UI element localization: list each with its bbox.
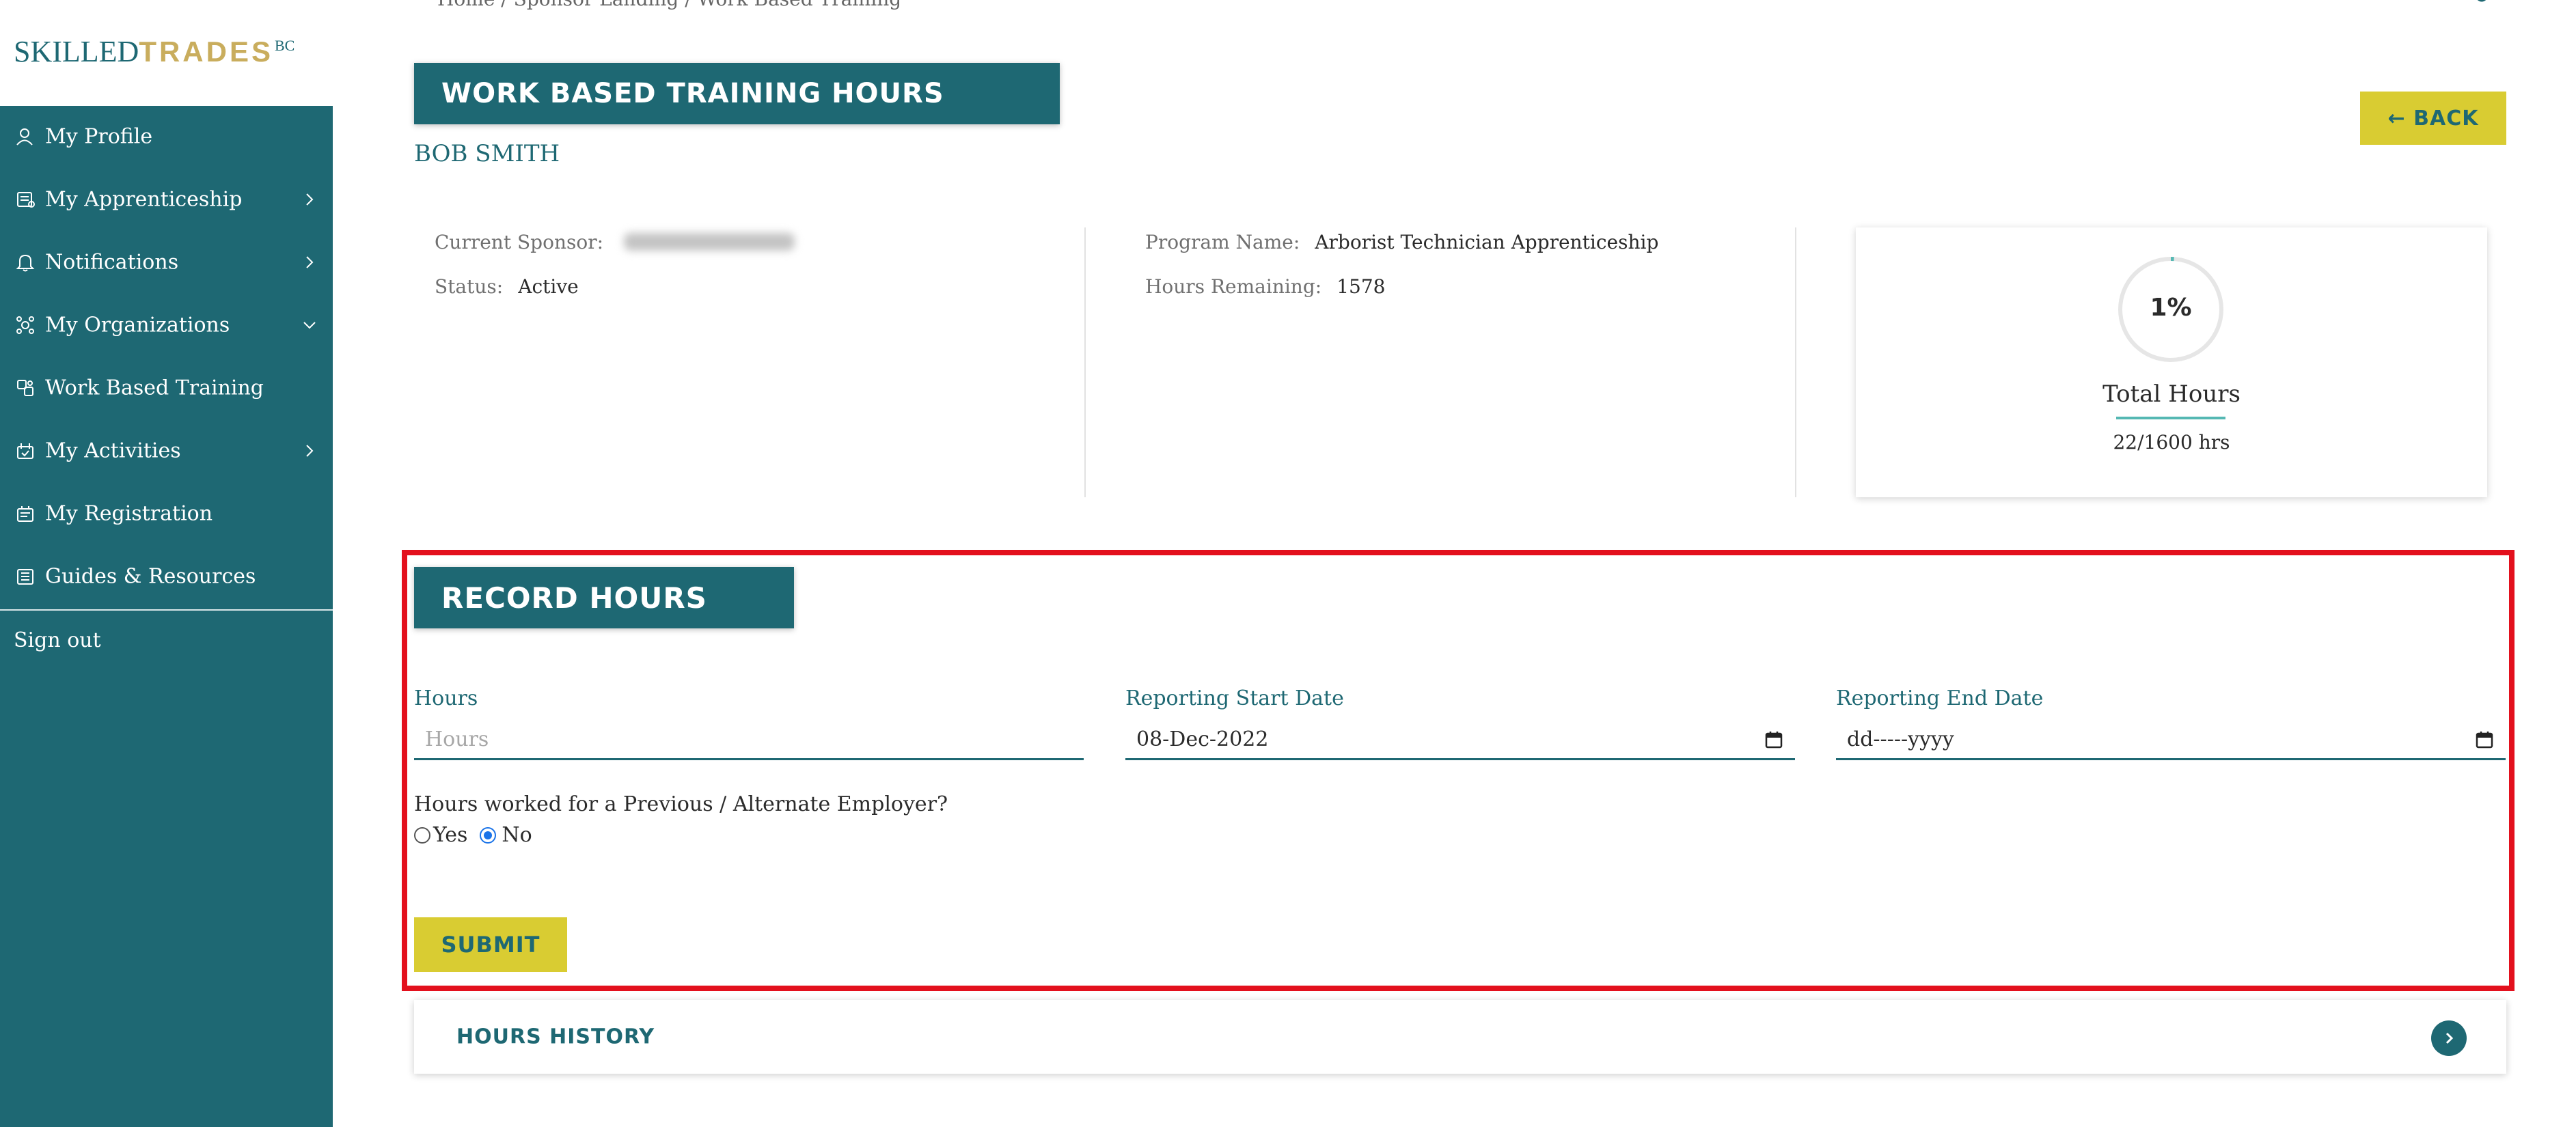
hours-label: Hours — [414, 686, 478, 710]
back-button[interactable]: ← BACK — [2360, 92, 2506, 145]
logo-text-bc: BC — [275, 37, 295, 54]
sidebar-item-label: Guides & Resources — [45, 564, 256, 589]
hours-placeholder: Hours — [425, 727, 489, 751]
chevron-right-icon — [306, 256, 314, 268]
total-hours-title: Total Hours — [2102, 380, 2241, 408]
calendar-icon[interactable] — [2474, 729, 2495, 750]
sidebar-item-label: Notifications — [45, 250, 179, 275]
sidebar-item-label: My Activities — [45, 439, 181, 463]
sidebar-item-notifications[interactable]: Notifications — [0, 238, 333, 286]
breadcrumb[interactable]: Home / Sponsor Landing / Work Based Trai… — [437, 0, 901, 10]
column-divider — [1795, 227, 1796, 497]
alternate-employer-radio-group: Yes No — [414, 823, 532, 847]
end-date-input[interactable]: dd-----yyyy — [1836, 721, 2506, 760]
hours-history-accordion[interactable]: HOURS HISTORY — [414, 1000, 2506, 1074]
progress-percent: 1% — [2150, 294, 2192, 322]
submit-button[interactable]: SUBMIT — [414, 917, 567, 972]
sign-out-link[interactable]: Sign out — [14, 628, 101, 652]
status-value: Active — [518, 275, 579, 298]
logo: SKILLED TRADES BC — [14, 34, 294, 68]
calendar-icon[interactable] — [1764, 729, 1784, 750]
chevron-down-icon — [303, 322, 316, 329]
header-bell-icon[interactable] — [2468, 0, 2495, 7]
program-name-value: Arborist Technician Apprenticeship — [1315, 231, 1659, 253]
start-date-label: Reporting Start Date — [1125, 686, 1344, 710]
chevron-right-icon[interactable] — [2431, 1020, 2467, 1056]
page-title: WORK BASED TRAINING HOURS — [414, 63, 1060, 124]
hours-remaining-row: Hours Remaining: 1578 — [1145, 275, 1385, 298]
person-icon — [14, 125, 37, 148]
sidebar-divider — [0, 609, 333, 611]
program-name-label: Program Name: — [1145, 231, 1300, 253]
total-hours-underline — [2116, 417, 2225, 419]
registration-icon — [14, 502, 37, 525]
hours-history-label: HOURS HISTORY — [456, 1025, 655, 1049]
activities-icon — [14, 439, 37, 462]
hours-remaining-value: 1578 — [1337, 275, 1386, 298]
record-hours-title: RECORD HOURS — [414, 567, 794, 628]
hours-remaining-label: Hours Remaining: — [1145, 275, 1322, 298]
current-sponsor-value-redacted — [624, 233, 795, 251]
end-date-value: dd-----yyyy — [1847, 727, 1954, 751]
chevron-right-icon — [306, 193, 314, 206]
sidebar-item-my-activities[interactable]: My Activities — [0, 427, 333, 475]
current-sponsor-label: Current Sponsor: — [435, 231, 604, 253]
organizations-icon — [14, 314, 37, 337]
sidebar-item-label: My Profile — [45, 124, 153, 149]
start-date-input[interactable]: 08-Dec-2022 — [1125, 721, 1795, 760]
chevron-right-icon — [306, 445, 314, 457]
sidebar-item-my-apprenticeship[interactable]: My Apprenticeship — [0, 176, 333, 223]
end-date-label: Reporting End Date — [1836, 686, 2044, 710]
sidebar: My Profile My Apprenticeship Notificatio… — [0, 106, 333, 1127]
radio-yes-label[interactable]: Yes — [433, 823, 467, 847]
status-row: Status: Active — [435, 275, 579, 298]
radio-yes[interactable] — [414, 826, 430, 844]
sidebar-item-label: Work Based Training — [45, 376, 264, 400]
guides-icon — [14, 565, 37, 588]
status-label: Status: — [435, 275, 504, 298]
hours-input[interactable]: Hours — [414, 721, 1084, 760]
sidebar-item-my-registration[interactable]: My Registration — [0, 490, 333, 538]
current-sponsor-row: Current Sponsor: — [435, 231, 795, 253]
logo-text-skilled: SKILLED — [14, 35, 139, 68]
program-name-row: Program Name: Arborist Technician Appren… — [1145, 231, 1658, 253]
sidebar-item-work-based-training[interactable]: Work Based Training — [0, 364, 333, 412]
apprenticeship-icon — [14, 188, 37, 211]
sidebar-item-guides-resources[interactable]: Guides & Resources — [0, 553, 333, 600]
start-date-value: 08-Dec-2022 — [1136, 727, 1269, 751]
bell-icon — [14, 251, 37, 274]
radio-no[interactable] — [480, 826, 497, 844]
sidebar-item-label: My Apprenticeship — [45, 187, 243, 212]
sidebar-item-label: My Registration — [45, 501, 213, 526]
training-icon — [14, 376, 37, 400]
sidebar-item-my-profile[interactable]: My Profile — [0, 113, 333, 161]
sidebar-item-my-organizations[interactable]: My Organizations — [0, 301, 333, 349]
radio-no-label[interactable]: No — [502, 823, 532, 847]
column-divider — [1084, 227, 1086, 497]
total-hours-value: 22/1600 hrs — [2113, 431, 2230, 454]
person-name: BOB SMITH — [414, 140, 560, 167]
logo-text-trades: TRADES — [139, 36, 273, 68]
sidebar-item-label: My Organizations — [45, 313, 230, 337]
alternate-employer-question: Hours worked for a Previous / Alternate … — [414, 792, 948, 816]
